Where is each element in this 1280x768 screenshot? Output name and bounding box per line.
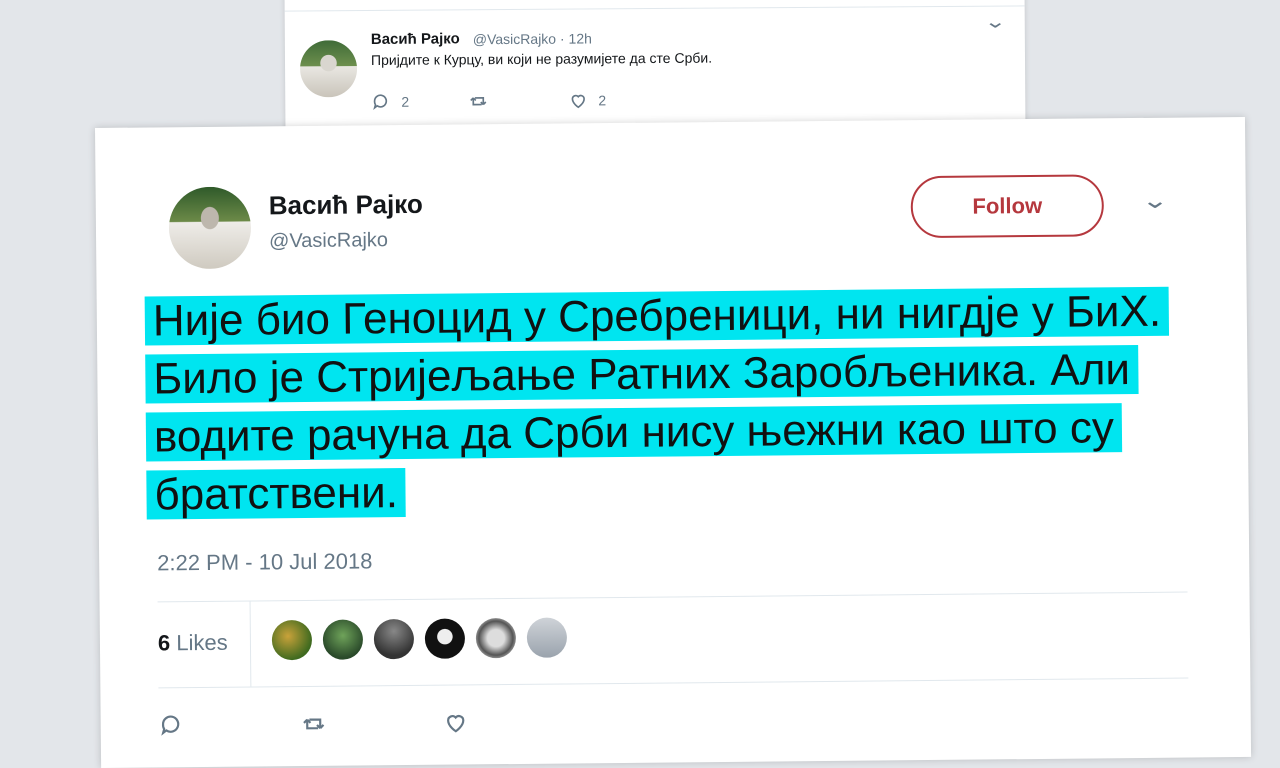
avatar[interactable] — [299, 40, 358, 98]
user-name[interactable]: Васић Рајко — [269, 189, 423, 221]
liker-avatar[interactable] — [424, 618, 466, 659]
likes-label: Likes — [176, 629, 228, 656]
tweet-text: Није био Геноцид у Сребреници, ни нигдје… — [144, 282, 1207, 524]
tweet-text: Пријдите к Курцу, ви који не разумијете … — [370, 49, 713, 68]
avatar[interactable] — [168, 186, 252, 270]
liker-avatar[interactable] — [475, 617, 517, 659]
tweet-time: · 12h — [559, 30, 592, 47]
reply-icon — [373, 94, 388, 110]
chevron-down-icon[interactable]: ⌄ — [984, 12, 1007, 33]
tweet-card: Васић Рајко @VasicRajko Follow ⌄ Није би… — [95, 116, 1252, 768]
divider — [284, 5, 1025, 12]
user-handle: @VasicRajko — [472, 30, 557, 48]
user-handle-and-time: @VasicRajko · 12h — [473, 30, 592, 47]
divider — [249, 600, 252, 687]
liker-avatar[interactable] — [373, 618, 415, 660]
likes-stat[interactable]: 6 Likes — [158, 630, 228, 657]
reply-button[interactable]: 2 — [371, 92, 409, 112]
heart-icon[interactable] — [443, 709, 469, 735]
highlighted-tweet-text: Није био Геноцид у Сребреници, ни нигдје… — [144, 286, 1170, 520]
user-handle[interactable]: @VasicRajko — [269, 229, 388, 253]
user-name[interactable]: Васић Рајко — [371, 30, 460, 48]
like-button[interactable]: 2 — [568, 90, 606, 110]
chevron-down-icon[interactable]: ⌄ — [1141, 188, 1169, 214]
retweet-icon[interactable] — [301, 711, 327, 737]
tweet-timestamp[interactable]: 2:22 PM - 10 Jul 2018 — [157, 548, 372, 576]
reply-icon[interactable] — [159, 712, 185, 738]
retweet-button[interactable] — [468, 91, 488, 111]
liker-avatar[interactable] — [271, 619, 313, 661]
likes-count: 6 — [157, 630, 171, 656]
retweet-icon — [470, 97, 487, 106]
liker-avatars — [271, 617, 568, 661]
divider — [157, 591, 1188, 603]
divider — [158, 677, 1189, 689]
liker-avatar[interactable] — [526, 617, 568, 658]
reply-count: 2 — [401, 93, 410, 110]
liker-avatar[interactable] — [322, 619, 364, 660]
heart-icon — [571, 94, 585, 109]
previous-tweet-card[interactable]: Васић Рајко @VasicRajko · 12h ⌄ Пријдите… — [284, 0, 1026, 133]
follow-button[interactable]: Follow — [910, 174, 1105, 239]
like-count: 2 — [598, 92, 607, 109]
